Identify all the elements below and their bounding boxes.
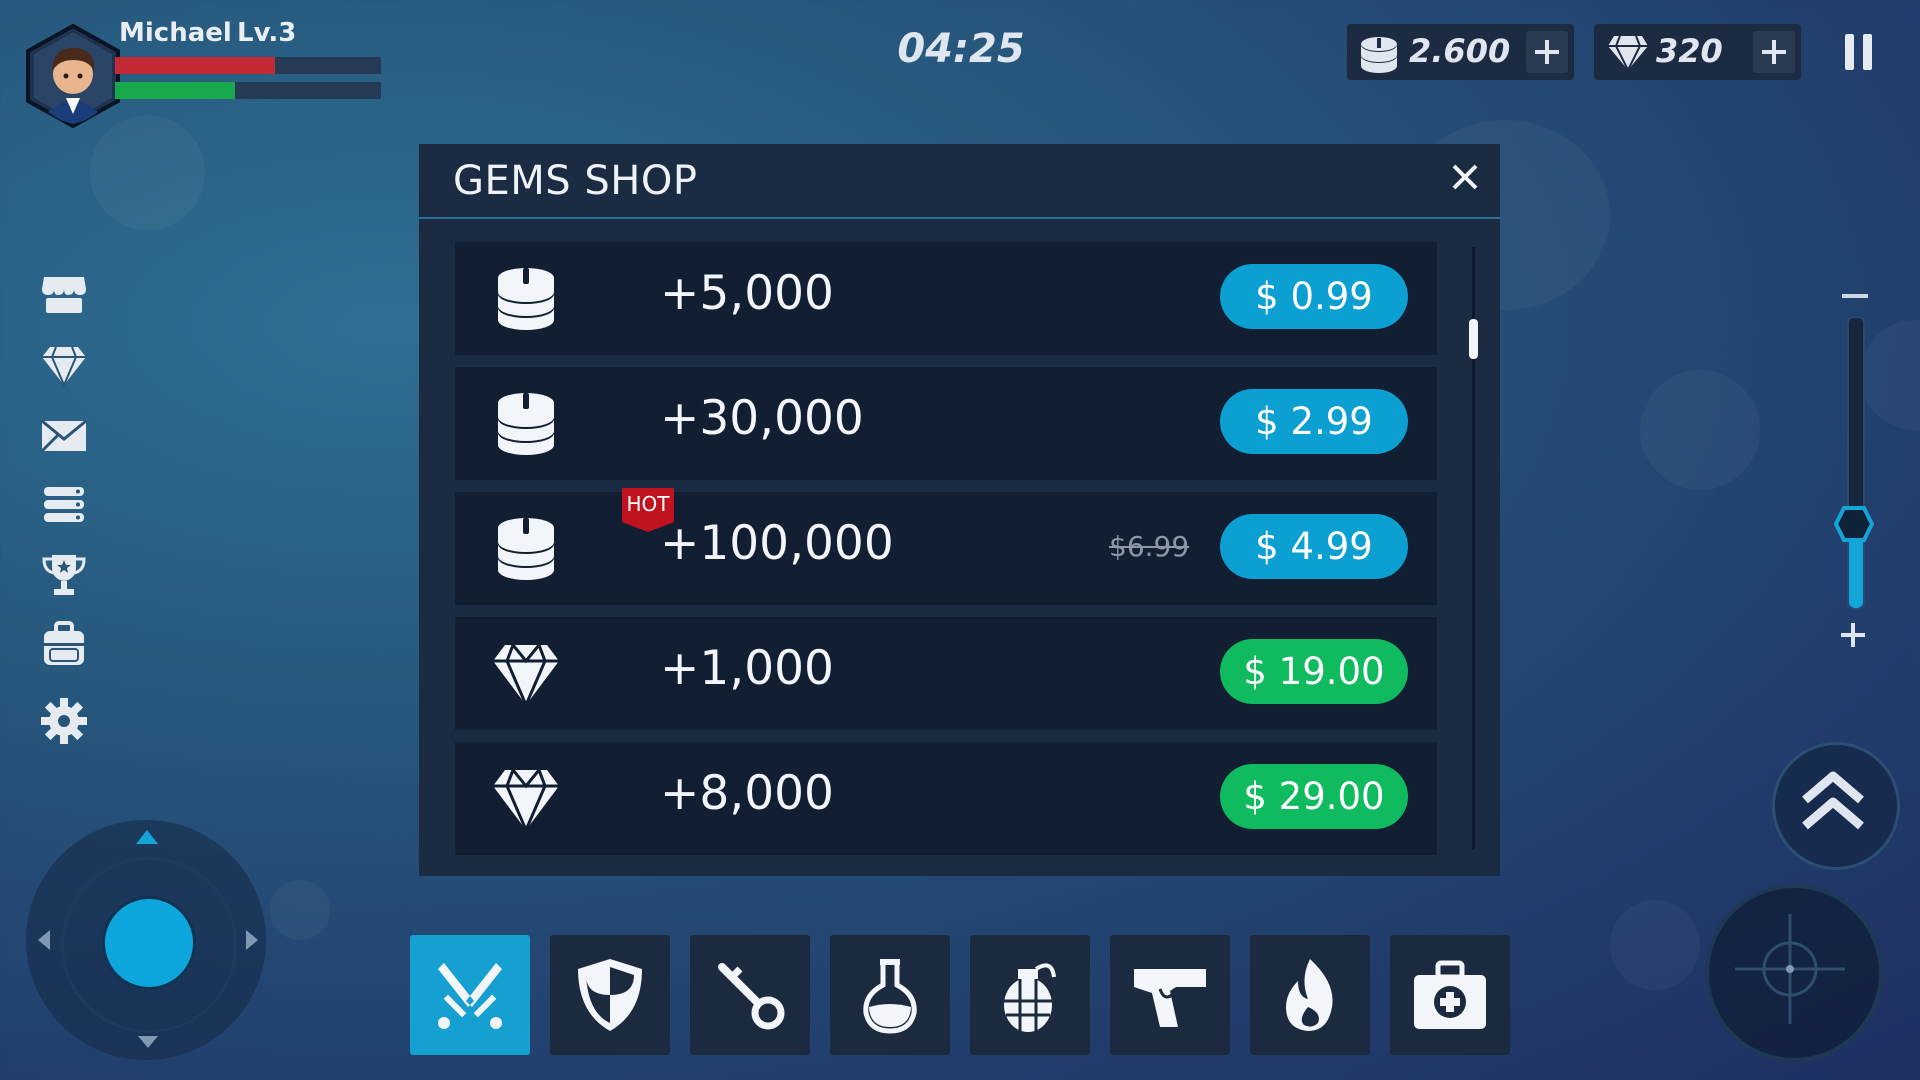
- buy-button[interactable]: $ 0.99: [1220, 264, 1408, 329]
- slot-grenade[interactable]: [970, 935, 1090, 1055]
- swords-icon: [438, 963, 502, 1029]
- shop-item: +5,000 $ 0.99: [455, 242, 1437, 355]
- coins-icon: [498, 518, 554, 580]
- aim-button[interactable]: [1705, 884, 1883, 1062]
- shop-item: +30,000 $ 2.99: [455, 367, 1437, 480]
- panel-title: GEMS SHOP: [453, 158, 698, 204]
- slot-fire[interactable]: [1250, 935, 1370, 1055]
- mail-icon[interactable]: [40, 411, 88, 459]
- coin-counter: 2.600: [1347, 24, 1574, 80]
- xp-bar: [115, 82, 381, 99]
- coins-icon: [1361, 37, 1397, 73]
- original-price: $6.99: [1109, 530, 1190, 563]
- item-amount: +1,000: [660, 641, 834, 696]
- coin-amount: 2.600: [1409, 32, 1511, 70]
- jump-button[interactable]: [1772, 742, 1900, 870]
- zoom-out-button[interactable]: [1842, 294, 1868, 298]
- joystick-knob[interactable]: [102, 896, 196, 990]
- fire-icon: [1286, 959, 1333, 1031]
- gem-icon[interactable]: [40, 341, 88, 389]
- slot-swords[interactable]: [410, 935, 530, 1055]
- trophy-icon[interactable]: [40, 551, 88, 599]
- buy-button[interactable]: $ 19.00: [1220, 639, 1408, 704]
- gem-icon: [493, 644, 559, 709]
- item-amount: +30,000: [660, 391, 864, 446]
- shield-icon: [578, 959, 642, 1031]
- scrollbar-thumb[interactable]: [1469, 319, 1478, 359]
- item-amount: +5,000: [660, 266, 834, 321]
- gem-amount: 320: [1656, 32, 1723, 70]
- pause-icon: [1845, 34, 1854, 70]
- gear-icon[interactable]: [40, 697, 88, 745]
- slot-shield[interactable]: [550, 935, 670, 1055]
- zoom-slider[interactable]: [1847, 316, 1865, 610]
- hot-badge-label: HOT: [626, 492, 670, 516]
- pistol-icon: [1134, 969, 1206, 1027]
- xp-bar-fill: [115, 82, 235, 99]
- item-amount: +8,000: [660, 766, 834, 821]
- medkit-icon: [1414, 960, 1486, 1029]
- arrow-right-icon: [246, 930, 258, 950]
- timer-text: 04:25: [897, 26, 1025, 72]
- add-gems-button[interactable]: [1753, 31, 1795, 73]
- chevrons-up-icon: [1802, 771, 1864, 830]
- arrow-down-icon: [138, 1036, 158, 1048]
- buy-button[interactable]: $ 4.99: [1220, 514, 1408, 579]
- crosshair-icon: [1735, 914, 1845, 1024]
- plus-icon: [1841, 623, 1865, 647]
- plus-icon: [1762, 40, 1786, 64]
- gem-icon: [1608, 35, 1648, 72]
- buy-button[interactable]: $ 29.00: [1220, 764, 1408, 829]
- arrow-left-icon: [38, 930, 50, 950]
- zoom-in-button[interactable]: [1838, 620, 1868, 650]
- panel-header: GEMS SHOP: [419, 144, 1500, 219]
- grenade-icon: [1004, 963, 1056, 1032]
- potion-icon: [863, 959, 917, 1034]
- gem-icon: [493, 769, 559, 834]
- slot-pistol[interactable]: [1110, 935, 1230, 1055]
- shop-item: HOT +100,000 $6.99 $ 4.99: [455, 488, 1437, 605]
- pause-button[interactable]: [1845, 34, 1873, 70]
- gem-counter: 320: [1594, 24, 1801, 80]
- arrow-up-icon: [136, 830, 158, 844]
- close-button[interactable]: [1448, 160, 1482, 194]
- gems-shop-panel: GEMS SHOP +5,000 $ 0.99 +30,000 $ 2.99 H…: [419, 144, 1500, 876]
- shop-icon[interactable]: [40, 271, 88, 319]
- slot-key[interactable]: [690, 935, 810, 1055]
- add-coins-button[interactable]: [1526, 31, 1568, 73]
- slot-medkit[interactable]: [1390, 935, 1510, 1055]
- zoom-slider-handle[interactable]: [1833, 506, 1875, 542]
- plus-icon: [1535, 40, 1559, 64]
- coins-icon: [498, 268, 554, 330]
- pause-icon: [1863, 34, 1872, 70]
- slot-potion[interactable]: [830, 935, 950, 1055]
- list-icon[interactable]: [40, 481, 88, 529]
- backpack-icon[interactable]: [40, 621, 88, 669]
- shop-item: +8,000 $ 29.00: [455, 742, 1437, 855]
- shop-item: +1,000 $ 19.00: [455, 617, 1437, 730]
- buy-button[interactable]: $ 2.99: [1220, 389, 1408, 454]
- item-amount: +100,000: [660, 516, 894, 571]
- key-icon: [718, 963, 785, 1030]
- close-icon: [1452, 164, 1478, 190]
- coins-icon: [498, 393, 554, 455]
